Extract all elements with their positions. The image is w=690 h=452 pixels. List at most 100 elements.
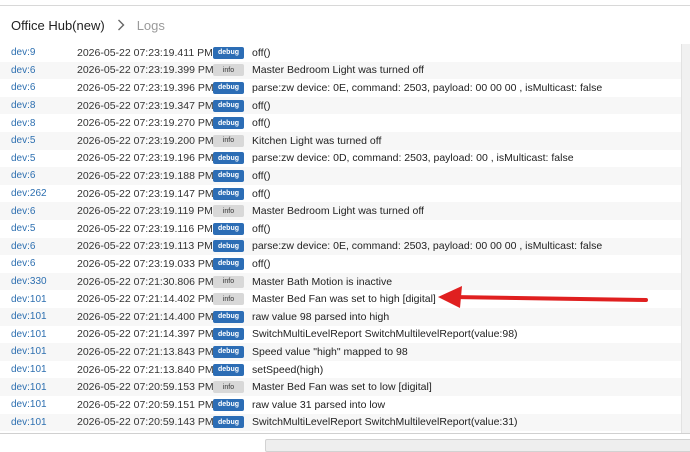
log-message: parse:zw device: 0E, command: 2503, payl… xyxy=(252,240,603,253)
device-link[interactable]: dev:6 xyxy=(11,82,35,93)
log-row: dev:101 2026-05-22 07:21:14.397 PM debug Sw… xyxy=(0,326,681,344)
log-row: dev:6 2026-05-22 07:23:19.033 PM debug off(… xyxy=(0,255,681,273)
log-timestamp: 2026-05-22 07:23:19.113 PM xyxy=(77,240,213,253)
log-timestamp: 2026-05-22 07:23:19.188 PM xyxy=(77,169,214,182)
log-message: off() xyxy=(252,46,271,59)
log-message: SwitchMultiLevelReport SwitchMultilevelR… xyxy=(252,328,518,341)
breadcrumb-hub-link[interactable]: Office Hub(new) xyxy=(11,18,105,33)
log-timestamp: 2026-05-22 07:20:59.143 PM xyxy=(77,416,214,429)
device-link[interactable]: dev:6 xyxy=(11,65,35,76)
log-message: raw value 31 parsed into low xyxy=(252,398,386,411)
log-level-badge: debug xyxy=(213,222,244,235)
log-message: parse:zw device: 0E, command: 2503, payl… xyxy=(252,81,603,94)
log-level-badge: debug xyxy=(213,240,244,253)
log-level-badge: info xyxy=(213,381,244,394)
log-timestamp: 2026-05-22 07:23:19.116 PM xyxy=(77,222,213,235)
log-message: Master Bedroom Light was turned off xyxy=(252,205,424,218)
log-timestamp: 2026-05-22 07:23:19.411 PM xyxy=(77,46,213,59)
log-message: off() xyxy=(252,169,271,182)
log-timestamp: 2026-05-22 07:23:19.396 PM xyxy=(77,81,214,94)
chevron-right-icon xyxy=(117,19,125,31)
log-level-badge: info xyxy=(213,275,244,288)
log-timestamp: 2026-05-22 07:20:59.151 PM xyxy=(77,398,214,411)
log-row: dev:6 2026-05-22 07:23:19.396 PM debug pars… xyxy=(0,79,681,97)
device-link[interactable]: dev:330 xyxy=(11,276,47,287)
log-message: Master Bed Fan was set to low [digital] xyxy=(252,381,432,394)
device-link[interactable]: dev:6 xyxy=(11,206,35,217)
log-timestamp: 2026-05-22 07:23:19.119 PM xyxy=(77,205,213,218)
log-timestamp: 2026-05-22 07:23:19.270 PM xyxy=(77,117,214,130)
log-message: Speed value "high" mapped to 98 xyxy=(252,345,408,358)
log-level-badge: debug xyxy=(213,257,244,270)
log-row: dev:8 2026-05-22 07:23:19.347 PM debug off(… xyxy=(0,96,681,115)
log-message: off() xyxy=(252,257,271,270)
log-level-badge: debug xyxy=(213,328,244,341)
log-message: setSpeed(high) xyxy=(252,363,324,376)
device-link[interactable]: dev:6 xyxy=(11,241,35,252)
log-row: dev:5 2026-05-22 07:23:19.200 PM info Kitch… xyxy=(0,132,681,150)
log-timestamp: 2026-05-22 07:21:13.840 PM xyxy=(77,363,214,376)
log-row: dev:5 2026-05-22 07:23:19.116 PM debug off(… xyxy=(0,220,681,238)
log-level-badge: debug xyxy=(213,81,244,94)
log-level-badge: debug xyxy=(213,187,244,200)
log-timestamp: 2026-05-22 07:21:13.843 PM xyxy=(77,345,214,358)
log-row: dev:6 2026-05-22 07:23:19.188 PM debug off(… xyxy=(0,167,681,185)
log-list[interactable]: dev:9 2026-05-22 07:23:19.411 PM debug off(… xyxy=(0,44,681,433)
log-timestamp: 2026-05-22 07:23:19.347 PM xyxy=(77,99,214,112)
log-timestamp: 2026-05-22 07:21:30.806 PM xyxy=(77,275,214,288)
breadcrumb: Office Hub(new) Logs xyxy=(0,6,690,45)
log-row: dev:101 2026-05-22 07:20:59.153 PM info Mas… xyxy=(0,378,681,396)
log-message: raw value 98 parsed into high xyxy=(252,310,390,323)
log-row: dev:101 2026-05-22 07:21:14.402 PM info Mas… xyxy=(0,290,681,308)
device-link[interactable]: dev:9 xyxy=(11,47,35,58)
log-timestamp: 2026-05-22 07:23:19.147 PM xyxy=(77,187,214,200)
device-link[interactable]: dev:101 xyxy=(11,294,47,305)
device-link[interactable]: dev:101 xyxy=(11,399,47,410)
device-link[interactable]: dev:5 xyxy=(11,153,35,164)
log-message: Master Bedroom Light was turned off xyxy=(252,64,424,77)
log-row: dev:5 2026-05-22 07:23:19.196 PM debug pars… xyxy=(0,150,681,168)
log-timestamp: 2026-05-22 07:21:14.402 PM xyxy=(77,293,214,306)
device-link[interactable]: dev:101 xyxy=(11,382,47,393)
log-row: dev:101 2026-05-22 07:20:59.151 PM debug ra… xyxy=(0,396,681,414)
log-row: dev:101 2026-05-22 07:21:13.843 PM debug Sp… xyxy=(0,343,681,361)
log-timestamp: 2026-05-22 07:21:14.397 PM xyxy=(77,328,214,341)
log-timestamp: 2026-05-22 07:21:14.400 PM xyxy=(77,310,214,323)
log-level-badge: debug xyxy=(213,310,244,323)
log-row: dev:101 2026-05-22 07:21:13.840 PM debug se… xyxy=(0,361,681,379)
log-timestamp: 2026-05-22 07:23:19.033 PM xyxy=(77,257,214,270)
log-level-badge: debug xyxy=(213,398,244,411)
device-link[interactable]: dev:5 xyxy=(11,223,35,234)
log-message: Master Bath Motion is inactive xyxy=(252,275,393,288)
horizontal-scrollbar-thumb[interactable] xyxy=(265,439,690,452)
log-message: off() xyxy=(252,187,271,200)
log-row: dev:262 2026-05-22 07:23:19.147 PM debug of… xyxy=(0,185,681,203)
log-level-badge: info xyxy=(213,134,244,147)
device-link[interactable]: dev:5 xyxy=(11,135,35,146)
device-link[interactable]: dev:8 xyxy=(11,118,35,129)
log-row: dev:6 2026-05-22 07:23:19.113 PM debug pars… xyxy=(0,237,681,256)
device-link[interactable]: dev:262 xyxy=(11,188,47,199)
device-link[interactable]: dev:101 xyxy=(11,417,47,428)
device-link[interactable]: dev:8 xyxy=(11,100,35,111)
vertical-scrollbar[interactable] xyxy=(681,44,690,433)
device-link[interactable]: dev:101 xyxy=(11,329,47,340)
log-level-badge: debug xyxy=(213,345,244,358)
log-level-badge: debug xyxy=(213,363,244,376)
device-link[interactable]: dev:101 xyxy=(11,346,47,357)
log-row: dev:9 2026-05-22 07:23:19.411 PM debug off(… xyxy=(0,44,681,62)
log-message: Master Bed Fan was set to high [digital] xyxy=(252,293,436,306)
device-link[interactable]: dev:6 xyxy=(11,258,35,269)
device-link[interactable]: dev:6 xyxy=(11,170,35,181)
log-message: off() xyxy=(252,117,271,130)
device-link[interactable]: dev:101 xyxy=(11,311,47,322)
log-level-badge: debug xyxy=(213,117,244,130)
log-timestamp: 2026-05-22 07:23:19.399 PM xyxy=(77,64,214,77)
horizontal-scrollbar[interactable] xyxy=(0,433,690,452)
log-timestamp: 2026-05-22 07:23:19.200 PM xyxy=(77,134,214,147)
log-level-badge: debug xyxy=(213,99,244,112)
log-row: dev:101 2026-05-22 07:20:59.143 PM debug Sw… xyxy=(0,413,681,432)
device-link[interactable]: dev:101 xyxy=(11,364,47,375)
log-level-badge: debug xyxy=(213,169,244,182)
log-level-badge: info xyxy=(213,64,244,77)
